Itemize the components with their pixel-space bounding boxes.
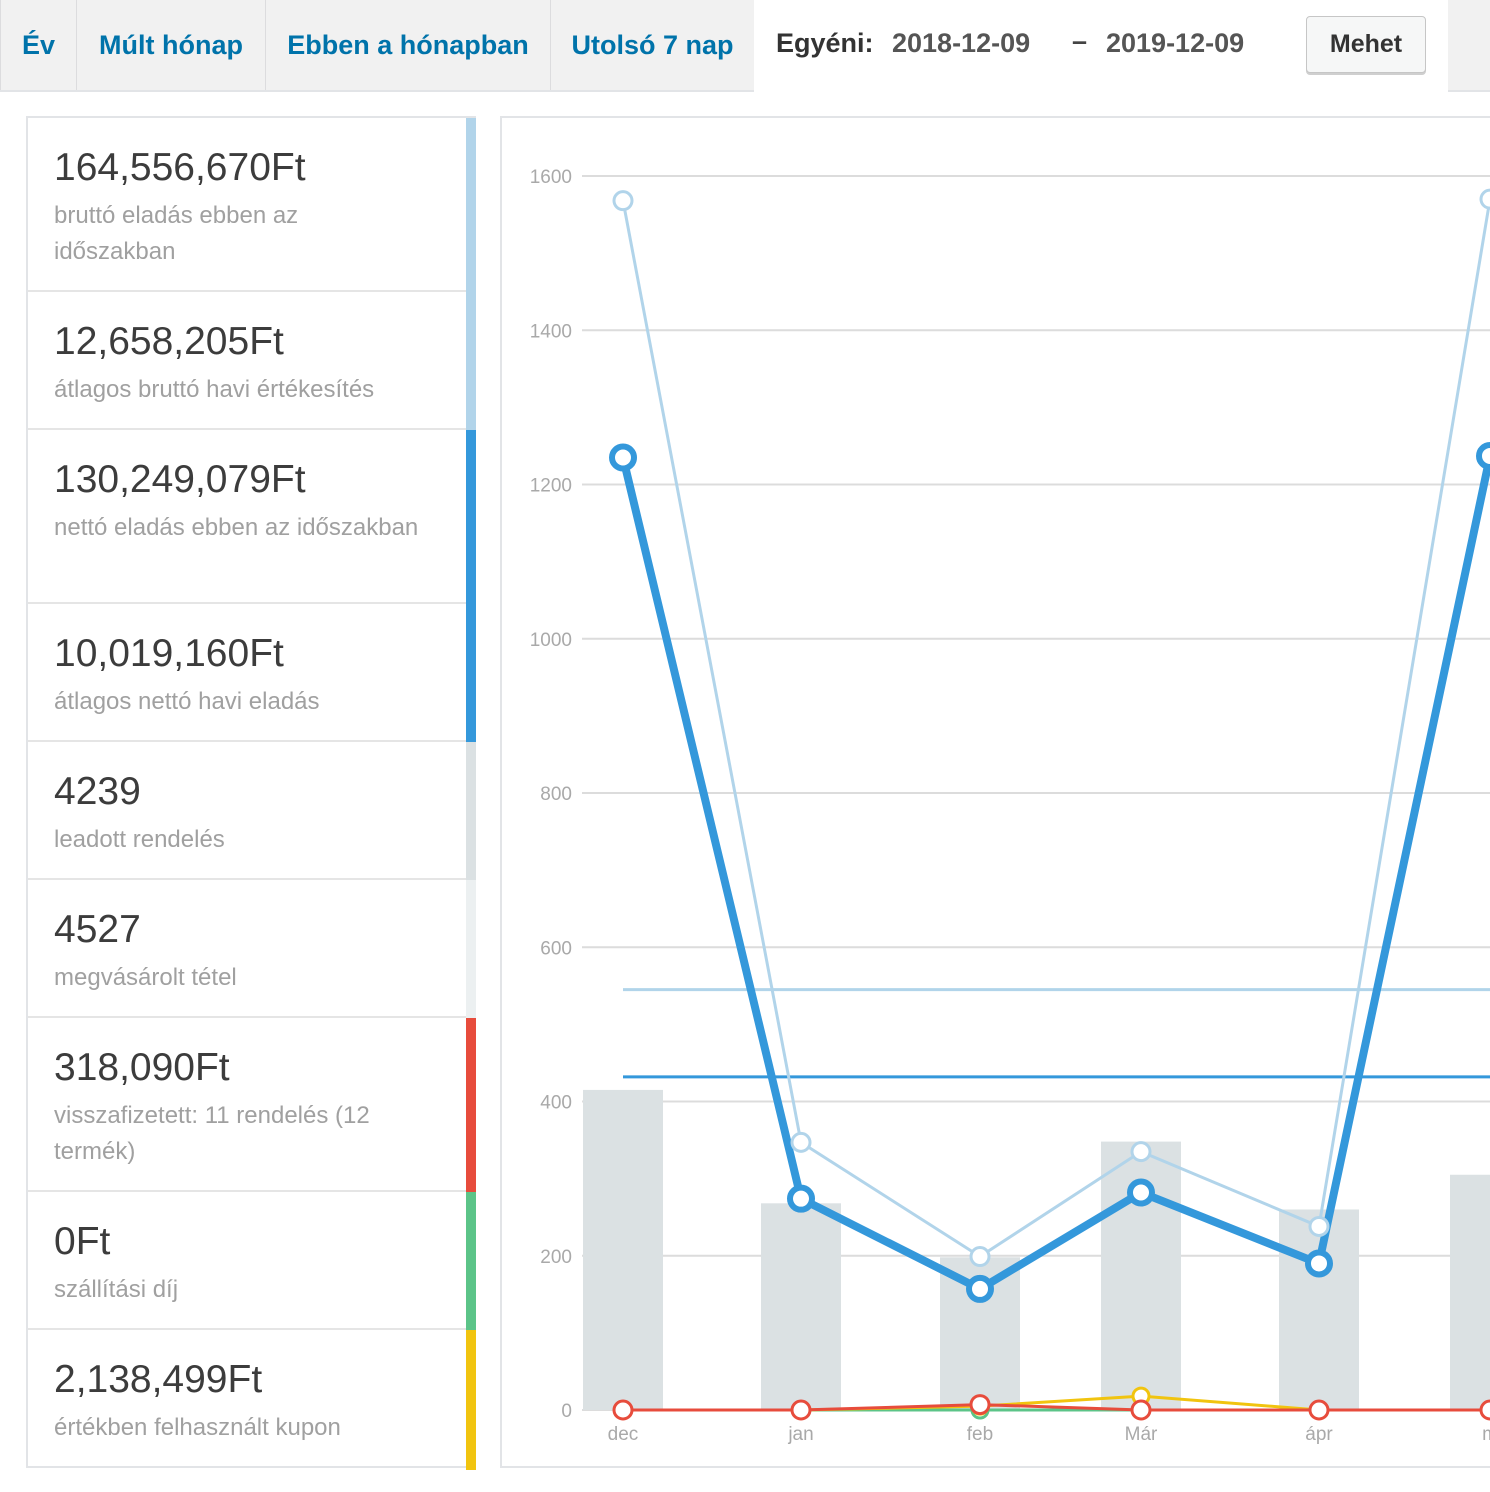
chart-legend: 164,556,670Ft bruttó eladás ebben az idő… bbox=[26, 116, 476, 1470]
legend-value: 318,090Ft bbox=[54, 1046, 230, 1089]
legend-value: 10,019,160Ft bbox=[54, 632, 284, 675]
legend-item-avg-net-sales[interactable]: 10,019,160Ft átlagos nettó havi eladás bbox=[28, 604, 476, 742]
legend-description: átlagos bruttó havi értékesítés bbox=[54, 376, 375, 403]
legend-item-gross-sales[interactable]: 164,556,670Ft bruttó eladás ebben az idő… bbox=[28, 118, 476, 292]
data-point-gross bbox=[1308, 1215, 1330, 1237]
tab-this-month[interactable]: Ebben a hónapban bbox=[265, 0, 550, 90]
y-tick-label: 800 bbox=[540, 784, 572, 805]
order-bar bbox=[1450, 1174, 1490, 1410]
legend-color-bar bbox=[466, 118, 476, 292]
legend-value: 4527 bbox=[54, 908, 141, 951]
data-point-refunds bbox=[1308, 1399, 1330, 1421]
x-tick-label: feb bbox=[967, 1424, 993, 1445]
data-point-net bbox=[1127, 1178, 1155, 1207]
custom-range-label: Egyéni: bbox=[776, 28, 874, 58]
y-tick-label: 400 bbox=[540, 1093, 572, 1114]
x-tick-label: ápr bbox=[1305, 1424, 1333, 1445]
tab-last-month[interactable]: Múlt hónap bbox=[76, 0, 265, 90]
data-point-refunds bbox=[1130, 1399, 1152, 1421]
legend-item-net-sales[interactable]: 130,249,079Ft nettó eladás ebben az idős… bbox=[28, 430, 476, 604]
legend-value: 12,658,205Ft bbox=[54, 320, 284, 363]
order-bar bbox=[761, 1203, 841, 1410]
date-to-input[interactable] bbox=[1106, 26, 1278, 60]
series-line-net bbox=[619, 455, 1490, 1293]
legend-item-shipping[interactable]: 0Ft szállítási díj bbox=[28, 1192, 476, 1330]
sales-chart: 0 200 400 600 800 1000 1200 1400 1600 dec jan feb Má… bbox=[500, 116, 1490, 1468]
data-point-gross bbox=[790, 1131, 812, 1153]
data-point-refunds bbox=[790, 1399, 812, 1421]
legend-value: 2,138,499Ft bbox=[54, 1358, 263, 1401]
y-tick-label: 1200 bbox=[530, 476, 572, 497]
date-from-input[interactable] bbox=[892, 26, 1064, 60]
legend-color-bar bbox=[466, 742, 476, 880]
data-point-refunds bbox=[612, 1399, 634, 1421]
data-point-refunds bbox=[1479, 1399, 1490, 1421]
legend-color-bar bbox=[466, 880, 476, 1018]
data-point-net bbox=[1476, 441, 1490, 470]
legend-description: leadott rendelés bbox=[54, 826, 225, 853]
y-tick-label: 200 bbox=[540, 1247, 572, 1268]
legend-item-avg-gross-sales[interactable]: 12,658,205Ft átlagos bruttó havi értékes… bbox=[28, 292, 476, 430]
legend-item-refunds[interactable]: 318,090Ft visszafizetett: 11 rendelés (1… bbox=[28, 1018, 476, 1192]
data-point-net bbox=[787, 1184, 815, 1213]
legend-value: 164,556,670Ft bbox=[54, 146, 306, 189]
legend-color-bar bbox=[466, 430, 476, 604]
legend-description: nettó eladás ebben az időszakban bbox=[54, 514, 419, 541]
data-point-gross bbox=[1479, 188, 1490, 210]
data-point-net bbox=[609, 443, 637, 472]
range-tabbar: Év Múlt hónap Ebben a hónapban Utolsó 7 … bbox=[0, 0, 1490, 92]
sales-chart-svg: 0 200 400 600 800 1000 1200 1400 1600 dec jan feb Má… bbox=[530, 167, 1490, 1445]
legend-description: visszafizetett: 11 rendelés (12 termék) bbox=[54, 1102, 370, 1165]
data-point-refunds bbox=[969, 1394, 991, 1416]
x-tick-label: dec bbox=[608, 1424, 639, 1445]
go-button[interactable]: Mehet bbox=[1306, 16, 1426, 73]
x-tick-label: m bbox=[1482, 1424, 1490, 1445]
order-bar bbox=[1279, 1209, 1359, 1410]
data-point-gross bbox=[1130, 1141, 1152, 1163]
legend-description: értékben felhasznált kupon bbox=[54, 1414, 341, 1441]
data-point-gross bbox=[612, 190, 634, 212]
data-point-net bbox=[1305, 1249, 1333, 1278]
legend-value: 0Ft bbox=[54, 1220, 111, 1263]
y-tick-label: 0 bbox=[561, 1401, 572, 1422]
date-separator: – bbox=[1072, 26, 1088, 56]
tab-last-7-days[interactable]: Utolsó 7 nap bbox=[550, 0, 754, 90]
y-tick-label: 1000 bbox=[530, 630, 572, 651]
data-point-gross bbox=[969, 1246, 991, 1268]
custom-range: Egyéni: – Mehet bbox=[754, 0, 1448, 92]
y-tick-label: 1400 bbox=[530, 321, 572, 342]
legend-color-bar bbox=[466, 1330, 476, 1470]
legend-value: 4239 bbox=[54, 770, 141, 813]
series-line-gross bbox=[621, 198, 1490, 1259]
y-tick-label: 600 bbox=[540, 938, 572, 959]
legend-item-orders-placed[interactable]: 4239 leadott rendelés bbox=[28, 742, 476, 880]
legend-description: szállítási díj bbox=[54, 1276, 179, 1303]
x-tick-label: jan bbox=[787, 1424, 813, 1445]
legend-description: átlagos nettó havi eladás bbox=[54, 688, 320, 715]
legend-item-items-purchased[interactable]: 4527 megvásárolt tétel bbox=[28, 880, 476, 1018]
x-tick-label: Már bbox=[1125, 1424, 1158, 1445]
legend-color-bar bbox=[466, 1192, 476, 1330]
legend-color-bar bbox=[466, 1018, 476, 1192]
legend-value: 130,249,079Ft bbox=[54, 458, 306, 501]
legend-color-bar bbox=[466, 604, 476, 742]
tab-year[interactable]: Év bbox=[0, 0, 76, 90]
y-tick-label: 1600 bbox=[530, 167, 572, 188]
data-point-net bbox=[966, 1274, 994, 1303]
legend-item-coupons[interactable]: 2,138,499Ft értékben felhasznált kupon bbox=[28, 1330, 476, 1470]
legend-description: bruttó eladás ebben az időszakban bbox=[54, 202, 299, 265]
order-bar bbox=[583, 1089, 663, 1410]
legend-color-bar bbox=[466, 292, 476, 430]
legend-description: megvásárolt tétel bbox=[54, 964, 237, 991]
